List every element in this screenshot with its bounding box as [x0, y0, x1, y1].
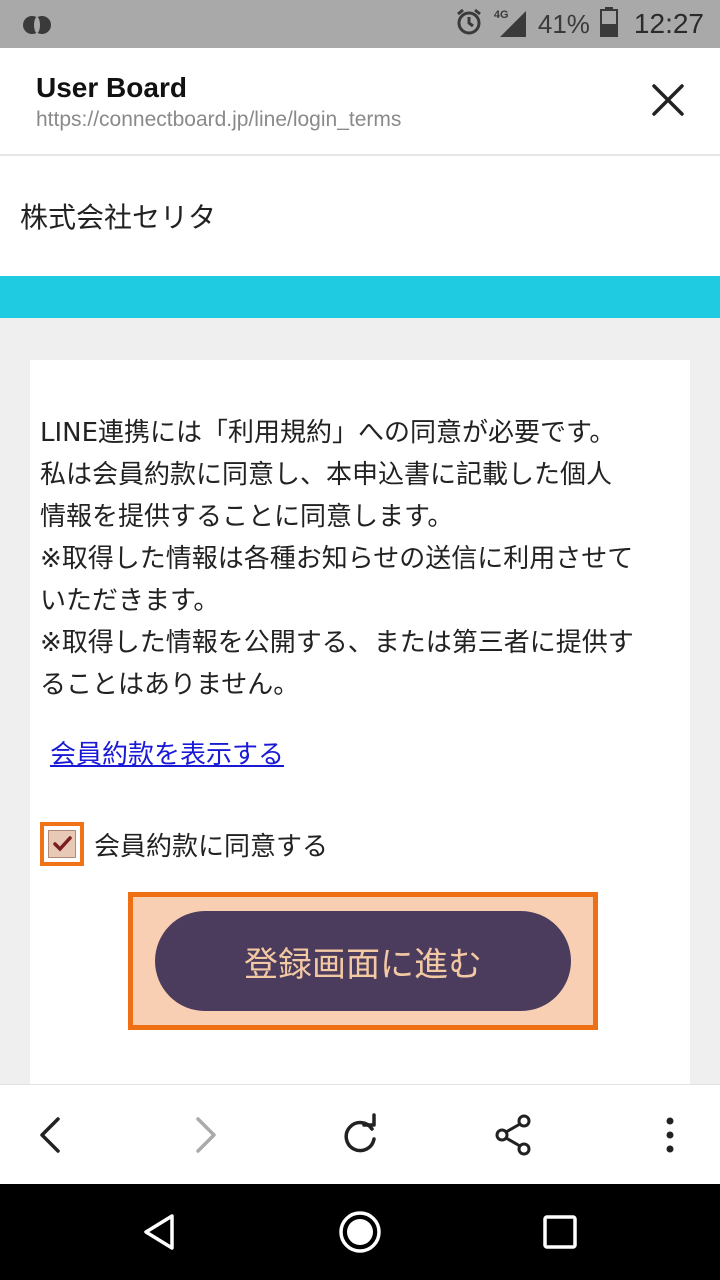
clock: 12:27 — [633, 8, 704, 39]
terms-line: LINE連携には「利用規約」への同意が必要です。 — [40, 418, 616, 448]
alarm-icon — [454, 7, 484, 41]
close-button[interactable] — [646, 78, 690, 122]
reload-button[interactable] — [336, 1111, 384, 1159]
nav-recents-icon — [543, 1215, 577, 1249]
terms-line: 私は会員約款に同意し、本申込書に記載した個人 — [40, 460, 613, 490]
terms-line: 情報を提供することに同意します。 — [40, 502, 454, 532]
nav-back-button[interactable] — [136, 1208, 184, 1256]
back-button[interactable] — [28, 1111, 76, 1159]
status-bar: 4G 41% 12:27 — [0, 0, 720, 48]
nav-home-icon — [339, 1211, 381, 1253]
share-button[interactable] — [490, 1111, 538, 1159]
battery-icon — [599, 7, 618, 41]
agree-checkbox[interactable] — [40, 822, 84, 866]
terms-line: ※取得した情報を公開する、または第三者に提供す — [40, 628, 634, 658]
browser-header: User Board https://connectboard.jp/line/… — [0, 48, 720, 156]
battery-percent: 41% — [537, 8, 590, 39]
app-icon — [22, 14, 52, 36]
terms-line: ることはありません。 — [40, 670, 300, 700]
terms-line: ※取得した情報は各種お知らせの送信に利用させて — [40, 544, 634, 574]
company-name: 株式会社セリタ — [20, 201, 217, 234]
accent-bar — [0, 276, 720, 318]
agree-row: 会員約款に同意する — [40, 818, 328, 870]
forward-icon — [196, 1117, 216, 1153]
company-bar: 株式会社セリタ — [0, 156, 720, 276]
system-nav-bar — [0, 1184, 720, 1280]
submit-highlight: 登録画面に進む — [128, 892, 598, 1030]
terms-text: LINE連携には「利用規約」への同意が必要です。 私は会員約款に同意し、本申込書… — [40, 412, 680, 706]
checkbox-box — [48, 830, 76, 858]
forward-button[interactable] — [180, 1111, 228, 1159]
share-icon — [495, 1114, 531, 1156]
terms-card: LINE連携には「利用規約」への同意が必要です。 私は会員約款に同意し、本申込書… — [30, 360, 690, 1084]
more-icon — [666, 1117, 674, 1153]
page-url: https://connectboard.jp/line/login_terms — [36, 108, 402, 131]
signal-icon: 4G — [494, 9, 528, 39]
browser-toolbar — [0, 1084, 720, 1185]
checkmark-icon — [53, 836, 72, 852]
terms-line: いただきます。 — [40, 586, 220, 616]
proceed-to-registration-button[interactable]: 登録画面に進む — [155, 911, 571, 1011]
close-icon — [652, 84, 684, 116]
more-menu-button[interactable] — [646, 1111, 694, 1159]
nav-home-button[interactable] — [336, 1208, 384, 1256]
page-title: User Board — [36, 72, 187, 103]
reload-icon — [344, 1113, 376, 1153]
back-icon — [40, 1117, 60, 1153]
agree-label: 会員約款に同意する — [94, 831, 329, 862]
view-terms-link[interactable]: 会員約款を表示する — [50, 734, 284, 771]
nav-back-icon — [144, 1214, 174, 1250]
nav-recents-button[interactable] — [536, 1208, 584, 1256]
